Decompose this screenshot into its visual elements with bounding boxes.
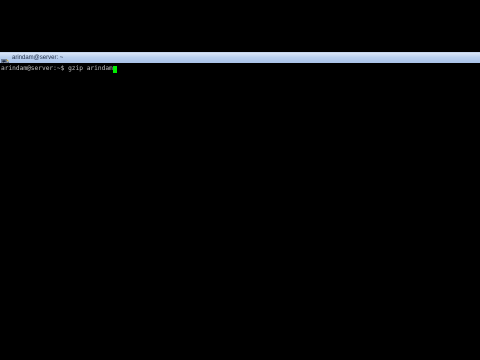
title-bar[interactable]: arindam@server: ~ <box>0 52 480 67</box>
window-title: arindam@server: ~ <box>12 55 64 61</box>
text-cursor <box>112 65 117 73</box>
terminal-output[interactable]: arindam@server:~$ gzip arindam <box>0 63 480 360</box>
screen: arindam@server: ~ arindam@server:~$ gzip… <box>0 0 480 360</box>
shell-prompt: arindam@server:~$ <box>1 65 69 72</box>
terminal-window[interactable]: arindam@server: ~ arindam@server:~$ gzip… <box>0 52 480 360</box>
typed-command: gzip arindam <box>68 65 113 72</box>
command-line[interactable]: arindam@server:~$ gzip arindam <box>1 65 479 73</box>
putty-terminal-icon <box>1 54 9 67</box>
